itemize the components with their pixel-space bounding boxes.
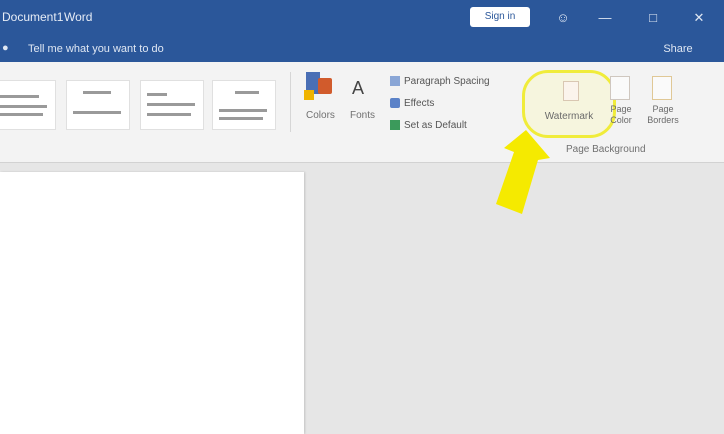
people-icon[interactable]: ☺ [554,9,572,27]
document-page[interactable] [0,172,304,434]
yellow-arrow-annotation [496,130,550,214]
colors-icon[interactable] [304,72,338,104]
style-thumbnail[interactable] [140,80,204,130]
maximize-icon[interactable]: □ [644,9,662,27]
checkmark-icon [390,120,400,130]
watermark-icon [563,81,579,101]
page-borders-label: Page Borders [647,104,679,125]
fonts-icon[interactable]: A [352,78,372,102]
word-window: Document1 Word Sign in ☺ — □ ✕ ● Tell me… [0,0,724,434]
page-borders-icon [652,76,672,100]
page-background-group-label: Page Background [566,144,646,155]
style-thumbnail[interactable] [0,80,56,130]
paragraph-spacing-label: Paragraph Spacing [404,75,490,87]
title-bar: Document1 Word Sign in ☺ — □ ✕ [0,0,724,36]
page-color-icon [610,76,630,100]
tell-me-bar: ● Tell me what you want to do Share [0,36,724,62]
app-name: Word [64,10,93,24]
style-thumbnail[interactable] [66,80,130,130]
effects-label: Effects [404,97,435,109]
ribbon-design-tab: Colors A Fonts Paragraph Spacing Effects… [0,62,724,163]
effects-icon [390,98,400,108]
paragraph-spacing-icon [390,76,400,86]
tell-me-input[interactable]: Tell me what you want to do [28,41,208,57]
share-button[interactable]: Share [648,41,708,57]
page-color-button[interactable]: Page Color [606,74,636,134]
set-as-default-button[interactable]: Set as Default [390,118,467,132]
minimize-icon[interactable]: — [596,9,614,27]
page-borders-button[interactable]: Page Borders [647,74,679,134]
paragraph-spacing-button[interactable]: Paragraph Spacing [390,74,490,88]
colors-button-label[interactable]: Colors [306,110,335,121]
set-as-default-label: Set as Default [404,119,467,131]
document-title: Document1 [2,10,64,24]
close-icon[interactable]: ✕ [690,9,708,27]
watermark-label: Watermark [544,111,594,122]
lightbulb-icon: ● [2,42,9,54]
fonts-button-label[interactable]: Fonts [350,110,375,121]
style-thumbnail[interactable] [212,80,276,130]
effects-button[interactable]: Effects [390,96,434,110]
sign-in-button[interactable]: Sign in [470,7,530,27]
ribbon-separator [290,72,291,132]
page-color-label: Page Color [610,104,632,125]
